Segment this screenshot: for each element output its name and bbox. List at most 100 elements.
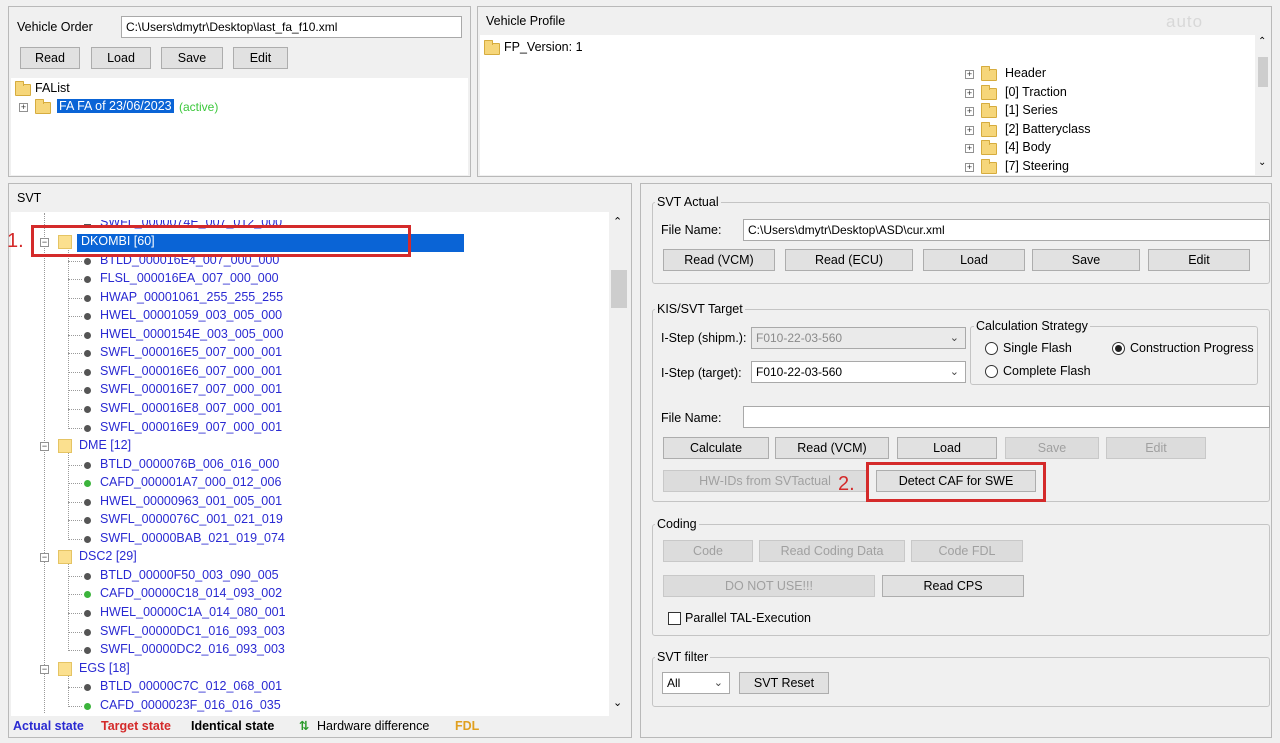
scroll-down-icon[interactable]: ⌄ — [1258, 157, 1266, 168]
svt-swe-item[interactable]: SWFL_00000BAB_021_019_074 — [100, 531, 285, 545]
watermark-logo: auto — [1166, 12, 1204, 31]
parallel-tal-label[interactable]: Parallel TAL-Execution — [685, 611, 811, 625]
svt-swe-item[interactable]: SWFL_00000DC2_016_093_003 — [100, 642, 285, 656]
ecu-folder-icon — [58, 550, 72, 565]
vehicle-profile-item[interactable]: [1] Series — [1005, 103, 1058, 117]
istep-shipm-label: I-Step (shipm.): — [661, 331, 747, 345]
svt-title: SVT — [17, 191, 42, 205]
svt-swe-item[interactable]: HWEL_00000C1A_014_080_001 — [100, 605, 286, 619]
construction-progress-radio[interactable] — [1112, 342, 1125, 355]
sa-read-ecu-button[interactable]: Read (ECU) — [785, 249, 913, 271]
svt-swe-item[interactable]: SWFL_000016E6_007_000_001 — [100, 364, 282, 378]
expand-icon[interactable]: + — [965, 144, 974, 154]
svt-swe-item[interactable]: SWFL_000016E5_007_000_001 — [100, 345, 282, 359]
sa-read-vcm-button[interactable]: Read (VCM) — [663, 249, 775, 271]
svt-scroll-thumb[interactable] — [611, 270, 627, 308]
collapse-icon[interactable]: − — [40, 553, 49, 563]
svt-ecu-group[interactable]: DME [12] — [79, 438, 131, 452]
sa-edit-button[interactable]: Edit — [1148, 249, 1250, 271]
scroll-up-icon[interactable]: ⌃ — [1258, 36, 1266, 47]
status-dot-icon — [84, 424, 91, 432]
svt-filter-select[interactable]: All ⌄ — [662, 672, 730, 694]
sa-save-button[interactable]: Save — [1032, 249, 1140, 271]
kis-file-field[interactable] — [743, 406, 1270, 428]
vp-scrollbar[interactable]: ⌃ ⌄ — [1255, 35, 1271, 175]
istep-target-select[interactable]: F010-22-03-560 ⌄ — [751, 361, 966, 383]
calculate-button[interactable]: Calculate — [663, 437, 769, 459]
coding-title: Coding — [655, 517, 699, 531]
read-cps-button[interactable]: Read CPS — [882, 575, 1024, 597]
svt-swe-item[interactable]: HWEL_00001059_003_005_000 — [100, 308, 282, 322]
scroll-up-icon[interactable]: ⌃ — [613, 215, 622, 228]
svt-swe-item[interactable]: HWEL_0000154E_003_005_000 — [100, 327, 284, 341]
svt-actual-file-label: File Name: — [661, 223, 722, 237]
kis-load-button[interactable]: Load — [897, 437, 997, 459]
svt-swe-item[interactable]: SWFL_000016E8_007_000_001 — [100, 401, 282, 415]
complete-flash-radio[interactable] — [985, 365, 998, 378]
fa-tree[interactable]: FAList + FA FA of 23/06/2023 (active) — [11, 78, 468, 175]
svt-swe-item[interactable]: SWFL_00000DC1_016_093_003 — [100, 624, 285, 638]
parallel-tal-checkbox[interactable] — [668, 612, 681, 625]
tree-connector — [68, 650, 82, 652]
svt-ecu-group[interactable]: DSC2 [29] — [79, 549, 137, 563]
vehicle-profile-item[interactable]: Header — [1005, 66, 1046, 80]
expand-icon[interactable]: + — [965, 125, 974, 135]
chevron-down-icon[interactable]: ⌄ — [950, 362, 959, 382]
svt-swe-item[interactable]: CAFD_0000023F_016_016_035 — [100, 698, 281, 712]
svt-swe-item[interactable]: BTLD_00000C7C_012_068_001 — [100, 679, 282, 693]
complete-flash-label[interactable]: Complete Flash — [1003, 364, 1091, 378]
svt-swe-item[interactable]: BTLD_0000076B_006_016_000 — [100, 457, 279, 471]
svt-swe-item[interactable]: CAFD_000001A7_000_012_006 — [100, 475, 281, 489]
svt-swe-item[interactable]: BTLD_00000F50_003_090_005 — [100, 568, 279, 582]
expand-icon[interactable]: + — [965, 107, 974, 117]
scroll-down-icon[interactable]: ⌄ — [613, 696, 622, 709]
vehicle-order-panel: Vehicle Order C:\Users\dmytr\Desktop\las… — [8, 6, 471, 177]
refresh-icon: ⇅ — [299, 719, 310, 733]
istep-shipm-value: F010-22-03-560 — [756, 331, 843, 345]
collapse-icon[interactable]: − — [40, 442, 49, 452]
svt-swe-item[interactable]: HWEL_00000963_001_005_001 — [100, 494, 282, 508]
vp-scroll-thumb[interactable] — [1258, 57, 1268, 87]
svt-reset-button[interactable]: SVT Reset — [739, 672, 829, 694]
fa-item-selected[interactable]: FA FA of 23/06/2023 — [57, 99, 174, 113]
chevron-down-icon[interactable]: ⌄ — [714, 673, 723, 693]
svt-swe-item[interactable]: FLSL_000016EA_007_000_000 — [100, 271, 279, 285]
status-dot-icon — [84, 331, 91, 339]
svt-swe-item[interactable]: SWFL_0000076C_001_021_019 — [100, 512, 283, 526]
svt-swe-item[interactable]: HWAP_00001061_255_255_255 — [100, 290, 283, 304]
status-dot-icon — [84, 294, 91, 302]
kis-read-vcm-button[interactable]: Read (VCM) — [775, 437, 889, 459]
svt-swe-item[interactable]: CAFD_00000C18_014_093_002 — [100, 586, 282, 600]
tree-connector — [68, 334, 82, 336]
vehicle-profile-tree[interactable]: FP_Version: 1 — [480, 35, 1255, 175]
vehicle-order-path-field[interactable]: C:\Users\dmytr\Desktop\last_fa_f10.xml — [121, 16, 462, 38]
svt-scrollbar[interactable]: ⌃ ⌄ — [609, 212, 627, 716]
svt-actual-file-field[interactable]: C:\Users\dmytr\Desktop\ASD\cur.xml — [743, 219, 1270, 241]
construction-progress-label[interactable]: Construction Progress — [1130, 341, 1254, 355]
expand-icon[interactable]: + — [19, 103, 28, 112]
single-flash-radio[interactable] — [985, 342, 998, 355]
vehicle-profile-item[interactable]: [7] Steering — [1005, 159, 1069, 173]
code-fdl-button: Code FDL — [911, 540, 1023, 562]
vehicle-profile-item[interactable]: [0] Traction — [1005, 85, 1067, 99]
vehicle-profile-item[interactable]: [4] Body — [1005, 140, 1051, 154]
vehicle-profile-item[interactable]: [2] Batteryclass — [1005, 122, 1090, 136]
expand-icon[interactable]: + — [965, 88, 974, 98]
status-dot-icon — [84, 535, 91, 543]
tree-connector — [68, 483, 82, 485]
vo-load-button[interactable]: Load — [91, 47, 151, 69]
expand-icon[interactable]: + — [965, 163, 974, 172]
vo-save-button[interactable]: Save — [161, 47, 223, 69]
collapse-icon[interactable]: − — [40, 664, 49, 674]
svt-swe-item[interactable]: SWFL_000016E9_007_000_001 — [100, 420, 282, 434]
vo-edit-button[interactable]: Edit — [233, 47, 288, 69]
falist-root[interactable]: FAList — [35, 81, 70, 95]
tree-connector — [68, 687, 82, 689]
svt-swe-item[interactable]: SWFL_000016E7_007_000_001 — [100, 382, 282, 396]
vo-read-button[interactable]: Read — [20, 47, 80, 69]
sa-load-button[interactable]: Load — [923, 249, 1025, 271]
single-flash-label[interactable]: Single Flash — [1003, 341, 1072, 355]
fp-version-root[interactable]: FP_Version: 1 — [504, 40, 583, 54]
svt-ecu-group[interactable]: EGS [18] — [79, 661, 130, 675]
expand-icon[interactable]: + — [965, 70, 974, 79]
